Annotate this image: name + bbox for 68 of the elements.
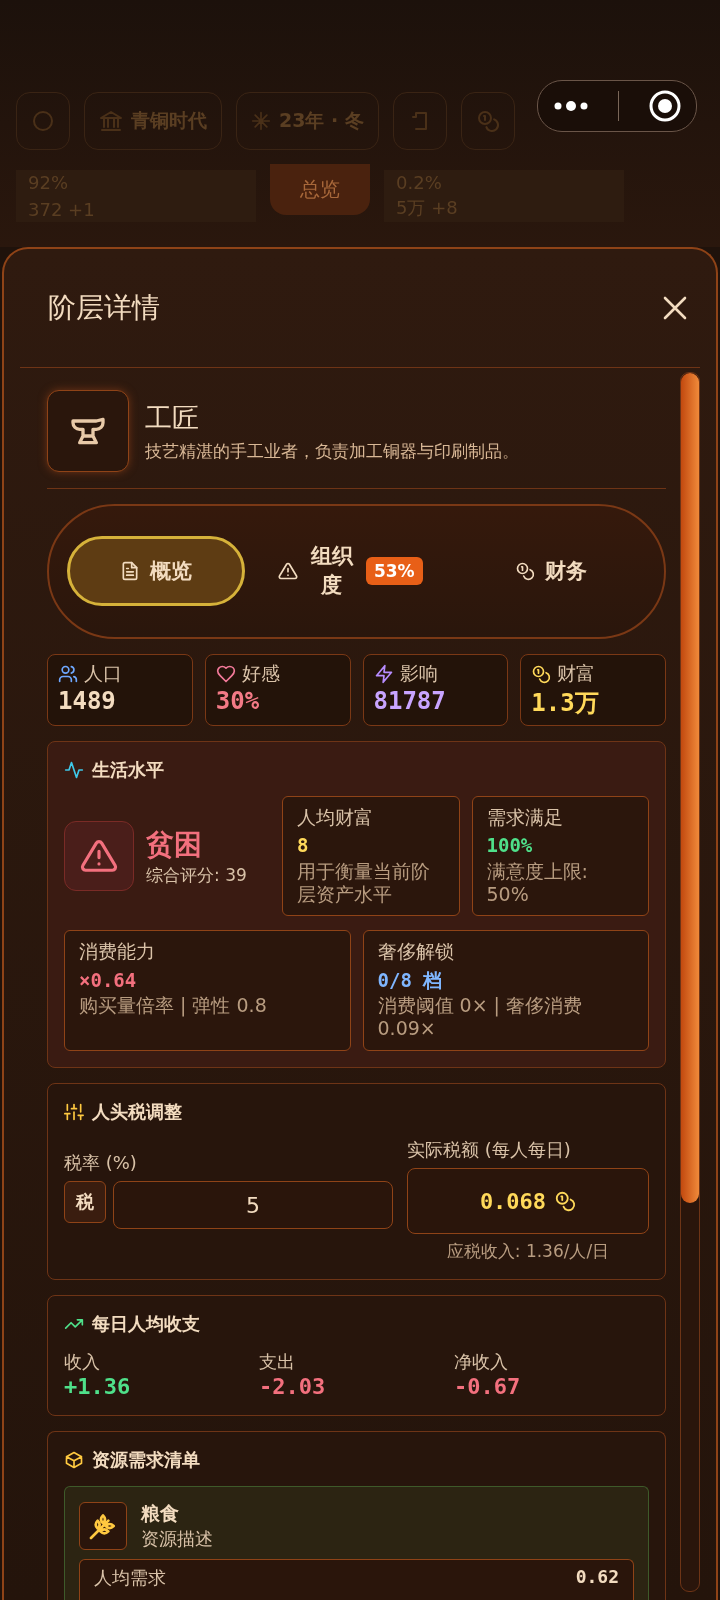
resource-description: 资源描述 — [141, 1527, 213, 1551]
document-icon — [120, 561, 140, 582]
scroll-thumb[interactable] — [681, 373, 699, 1203]
stat-value: 81787 — [373, 686, 447, 715]
stat-label: 影响 — [399, 660, 438, 686]
card-value: ×0.64 — [79, 967, 138, 993]
card-value: 100% — [486, 833, 534, 859]
field-label: 税率 (%) — [64, 1151, 138, 1175]
stat-label: 财富 — [557, 660, 596, 686]
income-label: 收入 — [64, 1350, 101, 1374]
stat-label: 人口 — [84, 660, 122, 686]
box-icon — [64, 1450, 84, 1470]
sliders-icon — [64, 1102, 84, 1122]
card-label: 需求满足 — [486, 804, 564, 830]
coins-icon — [475, 109, 500, 133]
taxable-income-text: 应税收入: 1.36/人/日 — [445, 1240, 611, 1263]
score-text: 综合评分: 39 — [146, 863, 247, 887]
dialog-title: 阶层详情 — [48, 290, 160, 326]
row-label: 人均需求 — [94, 1566, 166, 1590]
status-label: 贫困 — [146, 826, 203, 863]
warning-icon — [277, 561, 298, 582]
section-title: 每日人均收支 — [92, 1312, 200, 1336]
tax-amount: 0.068 — [479, 1188, 547, 1214]
resource-name: 粮食 — [141, 1501, 180, 1526]
stat-value: 1489 — [58, 686, 117, 715]
coins-icon — [531, 663, 552, 684]
snowflake-icon — [251, 111, 271, 131]
record-icon[interactable] — [647, 89, 682, 123]
tab[interactable]: 概览 — [67, 536, 245, 607]
income-value: -0.67 — [454, 1374, 522, 1399]
card-label: 人均财富 — [297, 804, 374, 830]
bank-icon — [99, 109, 123, 133]
class-name: 工匠 — [145, 400, 200, 435]
close-icon[interactable] — [662, 295, 688, 321]
season-label: 23年 · 冬 — [236, 92, 379, 150]
stat-value: 1.3万 — [531, 687, 600, 719]
section-title: 资源需求清单 — [92, 1448, 200, 1472]
heart-icon — [215, 663, 236, 684]
section-title: 生活水平 — [92, 757, 164, 782]
field-label: 实际税额 (每人每日) — [407, 1138, 572, 1162]
card-note: 用于衡量当前阶层资产水平 — [297, 859, 431, 906]
tab[interactable]: 财务 — [455, 536, 646, 607]
card-label: 奢侈解锁 — [377, 939, 455, 965]
era-label: 青铜时代 — [84, 92, 222, 150]
lightning-icon — [373, 663, 394, 684]
income-label: 净收入 — [454, 1350, 509, 1374]
tax-tag: 税 — [64, 1181, 106, 1223]
tax-rate-field[interactable]: 5 — [113, 1181, 393, 1229]
income-value: -2.03 — [259, 1374, 327, 1399]
section-title: 人头税调整 — [92, 1100, 182, 1124]
coins-icon — [554, 1190, 577, 1212]
stat-value: 30% — [215, 686, 261, 715]
income-label: 支出 — [259, 1350, 296, 1374]
more-icon[interactable] — [552, 101, 589, 111]
pulse-icon — [64, 759, 84, 780]
stat-label: 好感 — [241, 660, 280, 686]
card-note: 消费阈值 0× | 奢侈消费 0.09× — [377, 994, 584, 1040]
users-icon — [58, 663, 78, 684]
income-value: +1.36 — [64, 1374, 132, 1399]
card-note: 满意度上限: 50% — [486, 859, 589, 906]
card-value: 0/8 档 — [377, 967, 444, 993]
coins-icon — [514, 561, 535, 582]
card-label: 消费能力 — [79, 939, 156, 965]
card-value: 8 — [297, 833, 310, 859]
row-value: 0.62 — [575, 1566, 619, 1587]
percent-badge: 53% — [365, 557, 423, 586]
class-description: 技艺精湛的手工业者，负责加工铜器与印刷制品。 — [145, 439, 519, 463]
card-note: 购买量倍率 | 弹性 0.8 — [79, 994, 268, 1018]
